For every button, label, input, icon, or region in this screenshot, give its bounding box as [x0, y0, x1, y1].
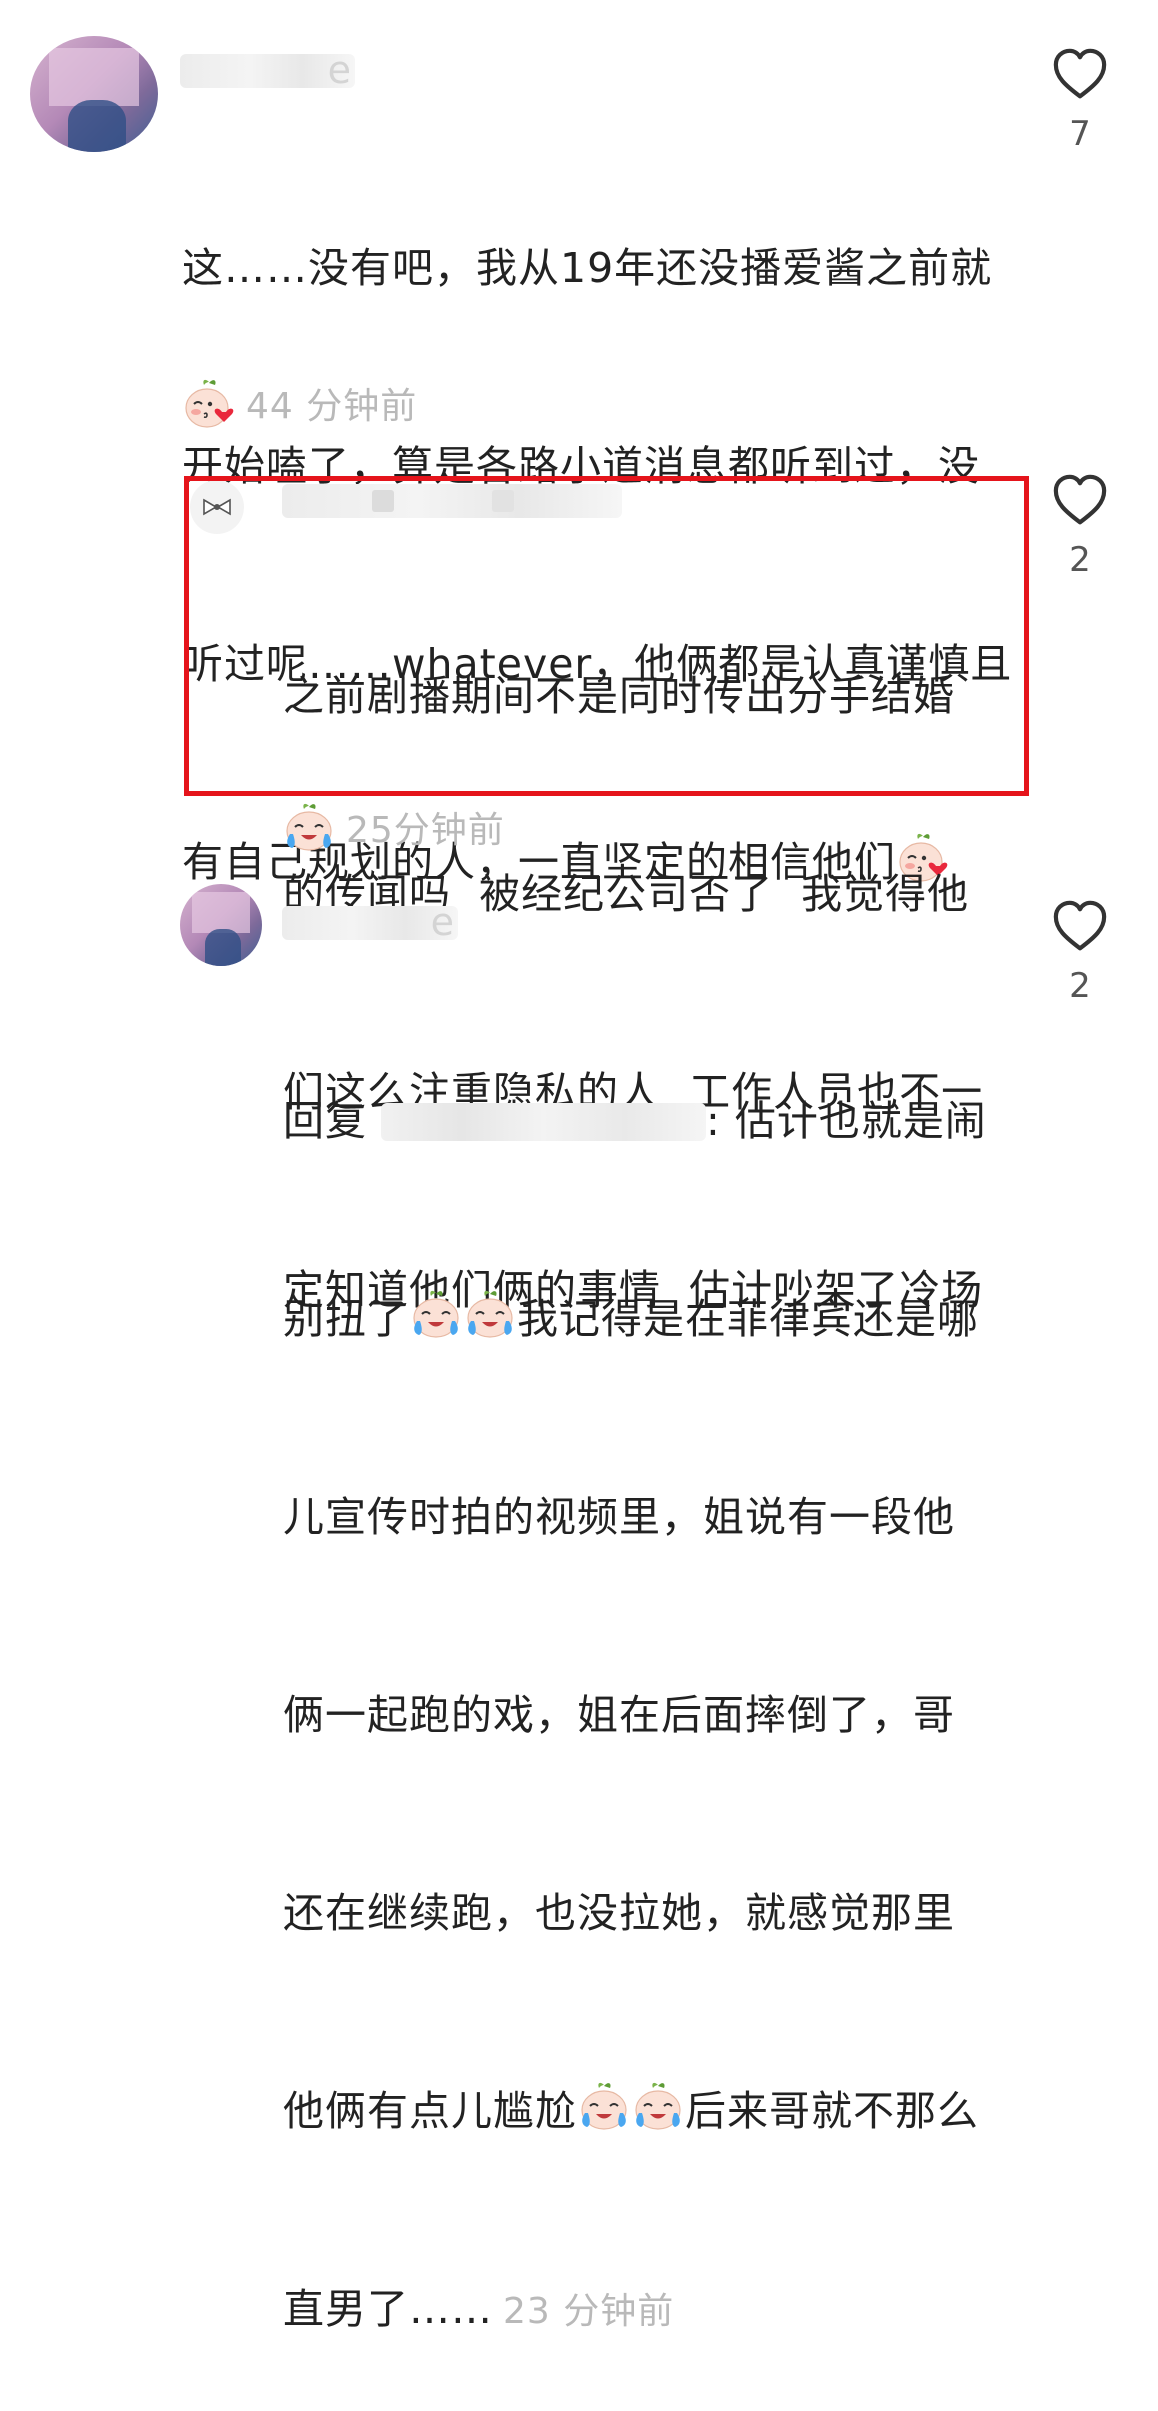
cry-emoji-icon: [631, 2079, 685, 2133]
comment-line-text: 我记得是在菲律宾还是哪: [517, 1295, 979, 1343]
comment-line-text: 别扭了: [283, 1295, 409, 1343]
username-blurred[interactable]: e: [282, 900, 458, 944]
comment-line: 俩一起跑的戏，姐在后面摔倒了，哥: [283, 1691, 955, 1739]
reply-target-blurred[interactable]: [381, 1103, 707, 1141]
comment-line: 回复 : 估计也就是闹: [283, 1088, 987, 1154]
comment-line-text: 后来哥就不那么: [685, 2087, 979, 2135]
heart-outline-icon: [1052, 900, 1108, 952]
avatar-blur-overlay: [192, 892, 250, 934]
avatar-blur-overlay: [49, 47, 139, 106]
comment-line: 还在继续跑，也没拉她，就感觉那里: [283, 1889, 955, 1937]
comment-line: 他俩有点儿尴尬 后来哥就不那么: [283, 2078, 987, 2144]
avatar[interactable]: [30, 36, 158, 152]
comment-line-text: 直男了……: [283, 2285, 493, 2333]
like-count: 7: [1069, 114, 1091, 154]
username-blurred[interactable]: e: [180, 48, 355, 92]
kiss-emoji-icon: [182, 376, 236, 430]
heart-outline-icon: [1052, 48, 1108, 100]
comment-time: 23 分钟前: [503, 2291, 675, 2332]
avatar-figure: [68, 99, 126, 152]
comment-line: 儿宣传时拍的视频里，姐说有一段他: [283, 1493, 955, 1541]
reply-suffix: : 估计也就是闹: [706, 1097, 987, 1145]
comment-text: 回复 : 估计也就是闹 别扭了 我记得是在菲律宾还是哪 儿宣传时拍的视频里，姐说有…: [283, 956, 987, 2411]
like-button[interactable]: [1050, 900, 1110, 956]
like-button[interactable]: [1050, 474, 1110, 530]
reply-prefix: 回复: [283, 1097, 367, 1145]
comment-meta: 44 分钟前: [182, 376, 417, 430]
comment-time: 25分钟前: [346, 810, 505, 851]
comment-line: 之前剧播期间不是同时传出分手结婚: [283, 672, 955, 720]
avatar-figure: [204, 929, 242, 966]
avatar[interactable]: [180, 884, 262, 966]
like-count: 2: [1069, 540, 1091, 580]
username-hint: e: [327, 48, 351, 92]
comment-line: 别扭了 我记得是在菲律宾还是哪: [283, 1286, 987, 1352]
cry-emoji-icon: [282, 800, 336, 854]
comment-line-text: 他俩有点儿尴尬: [283, 2087, 577, 2135]
cry-emoji-icon: [463, 1287, 517, 1341]
comment-line: 直男了…… 23 分钟前: [283, 2276, 987, 2345]
comment-time: 44 分钟前: [246, 386, 418, 427]
heart-outline-icon: [1052, 474, 1108, 526]
username-hint: e: [430, 900, 454, 944]
comment-meta: 25分钟前: [282, 800, 505, 854]
cry-emoji-icon: [409, 1287, 463, 1341]
cry-emoji-icon: [577, 2079, 631, 2133]
comment-line: 这……没有吧，我从19年还没播爱酱之前就: [182, 244, 993, 292]
like-count: 2: [1069, 966, 1091, 1006]
like-button[interactable]: [1050, 48, 1110, 104]
